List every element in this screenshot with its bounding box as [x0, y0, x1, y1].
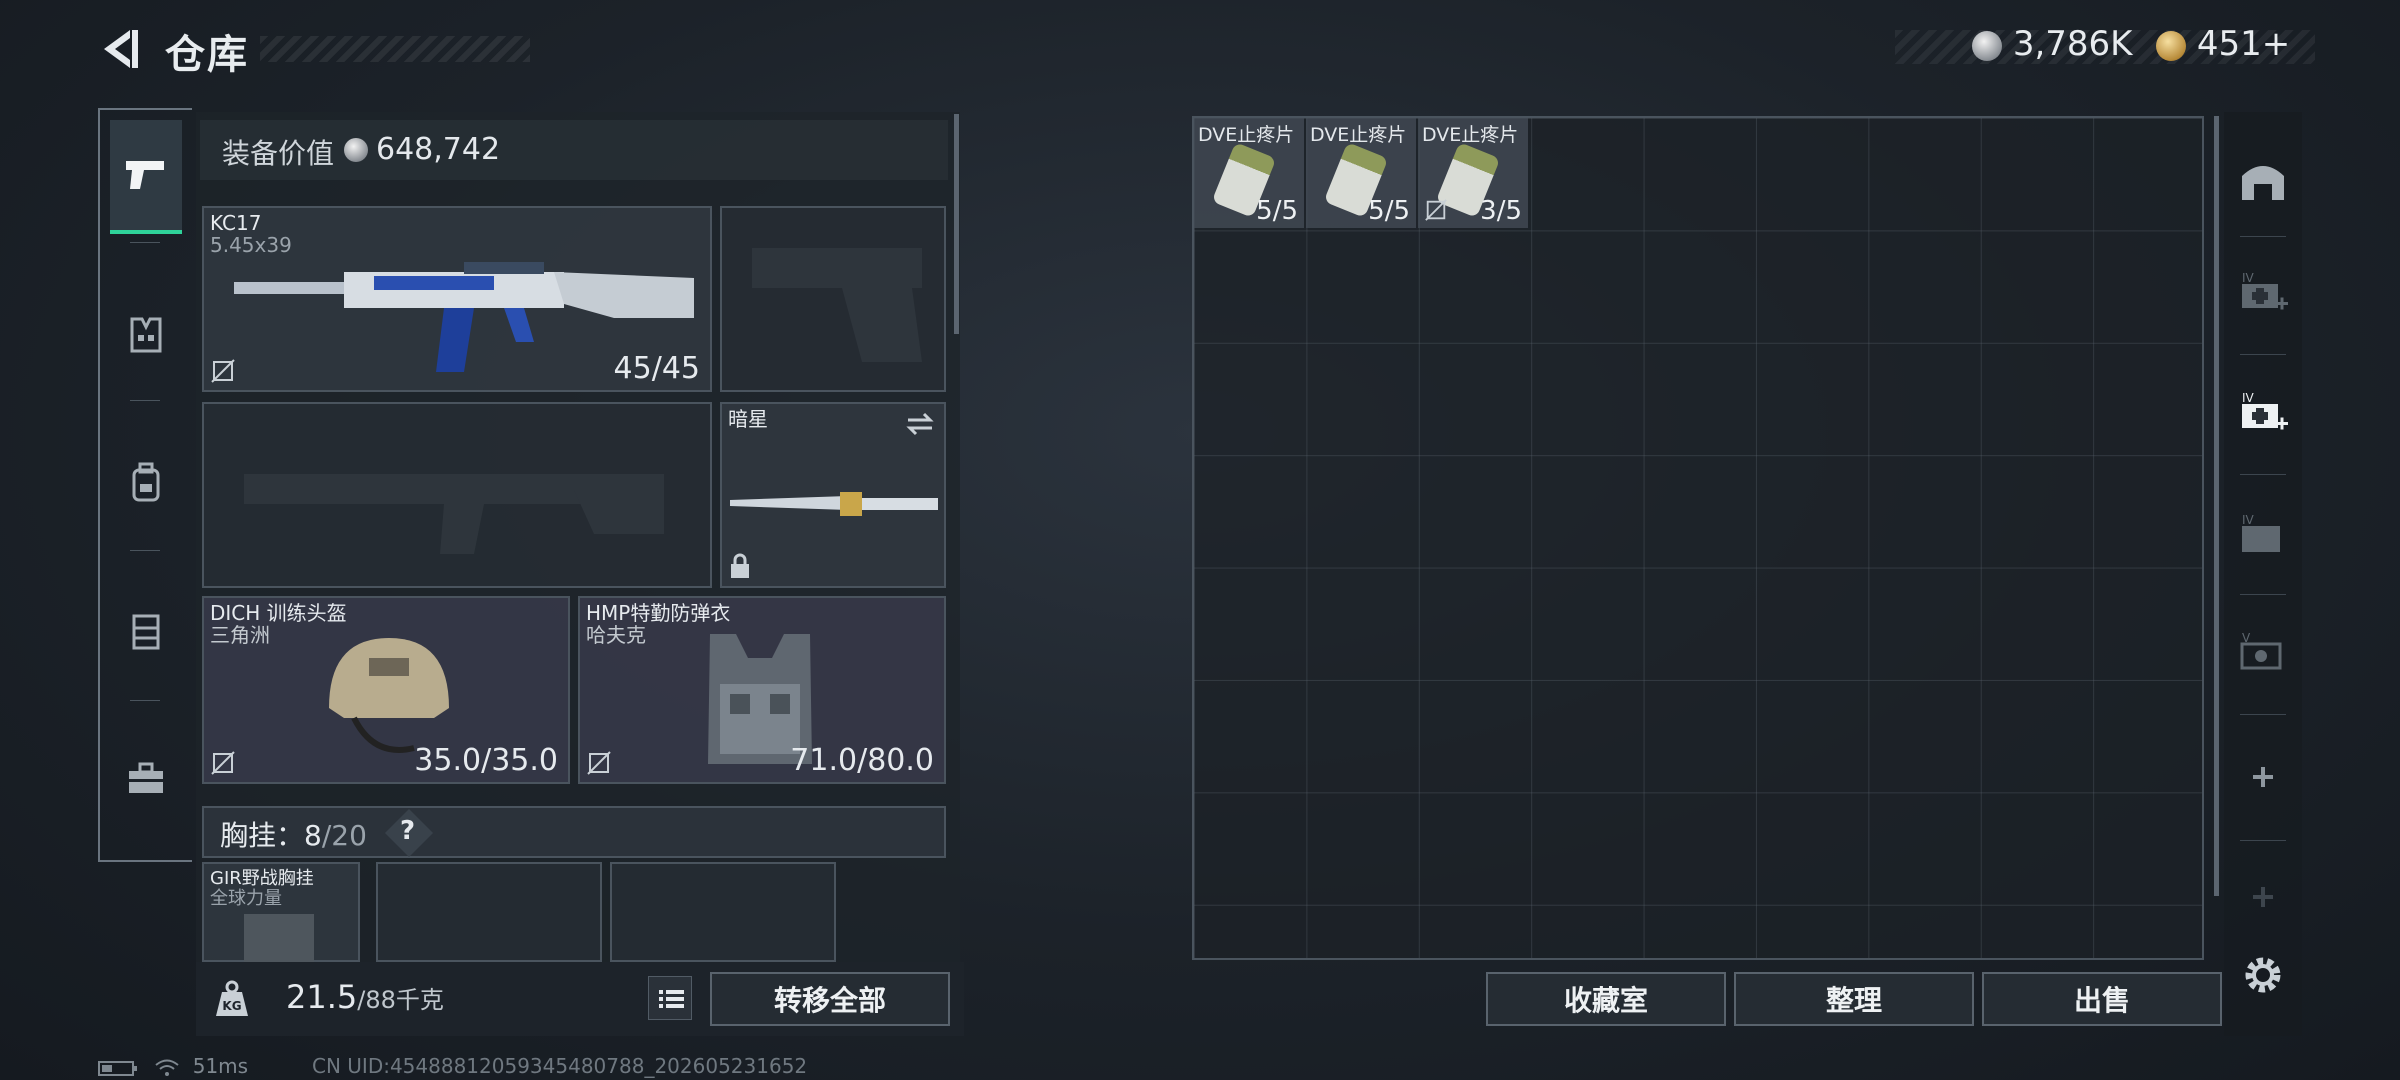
weapon-name: KC17 — [210, 211, 262, 235]
list-icon — [659, 990, 684, 1008]
pistol-slot-empty[interactable] — [720, 206, 946, 392]
no-insurance-icon — [211, 359, 235, 383]
plus-icon — [2253, 887, 2273, 907]
page-title: 仓库 — [165, 32, 249, 78]
gold-coin-icon — [2156, 30, 2186, 61]
stash-scrollbar[interactable] — [2214, 116, 2219, 896]
equipment-scrollbar[interactable] — [954, 114, 959, 334]
knife-image — [730, 492, 938, 516]
helmet-origin: 三角洲 — [210, 623, 270, 647]
item-count: 3/5 — [1480, 196, 1522, 226]
stash-item[interactable]: DVE止疼片 3/5 — [1418, 118, 1528, 228]
swap-icon[interactable] — [904, 410, 936, 438]
back-button[interactable] — [96, 24, 146, 74]
armor-vest-icon — [130, 317, 162, 353]
add-tab-button-disabled[interactable] — [2232, 866, 2294, 928]
rig-item-name: GIR野战胸挂 — [210, 868, 314, 889]
gear-box-icon: V — [2240, 631, 2282, 670]
stash-tab-medical[interactable]: IV — [2232, 262, 2294, 324]
stash-tab-medical-active[interactable]: IV — [2232, 382, 2294, 444]
helmet-slot[interactable]: DICH 训练头盔 三角洲 35.0/35.0 — [202, 596, 570, 784]
no-insurance-icon — [211, 751, 235, 775]
user-uid: CN UID:454888120593454807​88_20260523165… — [312, 1054, 808, 1078]
svg-text:V: V — [2242, 631, 2251, 645]
gear-icon — [2245, 957, 2281, 993]
svg-text:IV: IV — [2242, 513, 2255, 527]
back-arrow-icon — [104, 30, 138, 68]
rifle-silhouette-icon — [244, 474, 664, 554]
svg-text:KG: KG — [222, 999, 241, 1013]
no-insurance-icon — [1425, 199, 1447, 221]
carry-weight: 21.5/88千克 — [286, 978, 444, 1016]
stash-tab-main[interactable] — [2232, 148, 2294, 210]
melee-name: 暗星 — [728, 407, 768, 431]
item-name: DVE止疼片 — [1422, 124, 1519, 146]
secondary-weapon-slot-empty[interactable] — [202, 402, 712, 588]
backpack-icon — [132, 462, 160, 502]
lock-icon — [731, 553, 749, 578]
nav-firearm[interactable] — [110, 120, 182, 234]
device-status: 51ms — [98, 1054, 248, 1078]
title-decoration — [260, 36, 530, 62]
svg-text:IV: IV — [2242, 391, 2255, 405]
collection-room-button[interactable]: 收藏室 — [1486, 972, 1726, 1026]
settings-button[interactable] — [2232, 944, 2294, 1006]
shelter-icon — [2242, 166, 2284, 200]
item-name: DVE止疼片 — [1198, 124, 1295, 146]
helmet-durability: 35.0/35.0 — [414, 743, 558, 778]
nav-toolbox[interactable] — [110, 724, 182, 834]
wifi-icon — [155, 1059, 179, 1076]
stash-tab-equipment[interactable]: V — [2232, 622, 2294, 684]
silver-currency[interactable]: 3,786K — [1972, 24, 2132, 64]
organize-button[interactable]: 整理 — [1734, 972, 1974, 1026]
help-icon: ? — [400, 816, 416, 846]
loadout-nav — [98, 108, 192, 862]
no-insurance-icon — [587, 751, 611, 775]
item-count: 5/5 — [1368, 196, 1410, 226]
primary-weapon-slot[interactable]: KC17 5.45x39 45/45 — [202, 206, 712, 392]
equipment-value-label: 装备价值 — [222, 137, 335, 170]
equipment-value: 648,742 — [376, 132, 501, 167]
stash-item[interactable]: DVE止疼片 5/5 — [1194, 118, 1304, 228]
chest-rig-image — [244, 914, 314, 962]
silver-coin-icon — [1972, 30, 2002, 61]
nav-rig[interactable] — [110, 576, 182, 686]
kg-weight-icon: KG — [212, 978, 252, 1018]
folder-icon: IV — [2242, 513, 2280, 552]
armor-durability: 71.0/80.0 — [790, 743, 934, 778]
briefcase-icon — [129, 762, 163, 793]
chest-rig-icon — [132, 614, 160, 650]
svg-text:IV: IV — [2242, 271, 2255, 285]
body-armor-slot[interactable]: HMP特勤防弹衣 哈夫克 71.0/80.0 — [578, 596, 946, 784]
transfer-all-button[interactable]: 转移全部 — [710, 972, 950, 1026]
ping-value: 51ms — [192, 1054, 249, 1078]
item-name: DVE止疼片 — [1310, 124, 1407, 146]
medkit-plus-icon: IV — [2242, 271, 2288, 310]
stash-item[interactable]: DVE止疼片 5/5 — [1306, 118, 1416, 228]
sell-button[interactable]: 出售 — [1982, 972, 2222, 1026]
chest-rig-label: 胸挂：8/20 — [220, 819, 367, 852]
pistol-icon — [126, 161, 164, 189]
stash-grid[interactable] — [1192, 116, 2204, 960]
rig-pocket-slot[interactable] — [610, 862, 836, 962]
list-view-button[interactable] — [648, 976, 692, 1020]
medkit-plus-icon: IV — [2242, 391, 2288, 430]
silver-coin-icon — [344, 138, 368, 162]
chest-rig-slot[interactable]: GIR野战胸挂 全球力量 — [202, 862, 360, 962]
pistol-silhouette-icon — [752, 248, 922, 362]
rig-pocket-slot[interactable] — [376, 862, 602, 962]
armor-origin: 哈夫克 — [586, 623, 646, 647]
melee-slot[interactable]: 暗星 — [720, 402, 946, 588]
stash-tab-storage[interactable]: IV — [2232, 504, 2294, 566]
weapon-ammo-count: 45/45 — [613, 351, 700, 386]
plus-icon — [2253, 767, 2273, 787]
add-tab-button[interactable] — [2232, 746, 2294, 808]
battery-icon — [98, 1060, 137, 1076]
nav-backpack[interactable] — [110, 428, 182, 538]
gold-currency[interactable]: 451+ — [2156, 24, 2290, 64]
item-count: 5/5 — [1256, 196, 1298, 226]
nav-armor[interactable] — [110, 280, 182, 390]
